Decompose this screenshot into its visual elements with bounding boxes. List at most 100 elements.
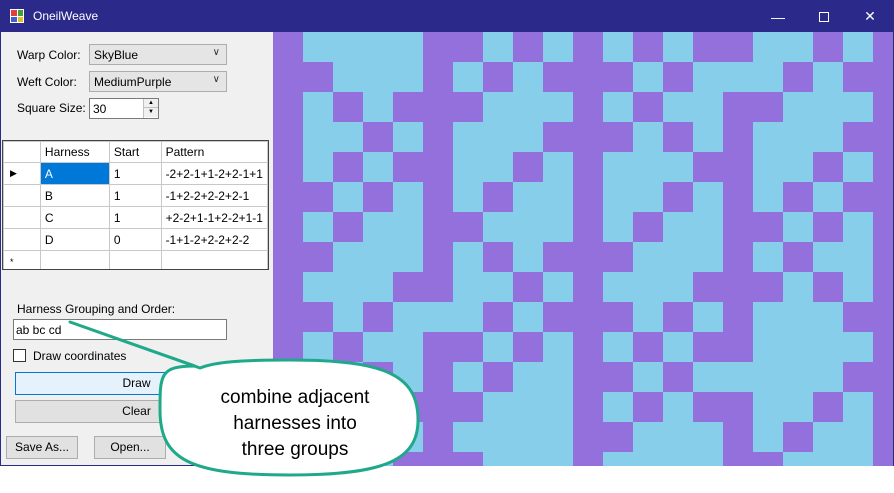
- weave-cell: [453, 332, 483, 362]
- weave-cell: [273, 92, 303, 122]
- weave-cell: [813, 152, 843, 182]
- harness-cell[interactable]: [39, 250, 110, 269]
- new-table-row[interactable]: *: [3, 250, 268, 269]
- maximize-icon: [819, 11, 829, 22]
- grouping-input[interactable]: ab bc cd: [13, 319, 227, 340]
- title-bar[interactable]: OneilWeave ― ✕: [1, 1, 893, 32]
- weave-cell: [873, 92, 893, 122]
- weave-cell: [573, 302, 603, 332]
- weave-cell: [483, 62, 513, 92]
- weave-cell: [783, 242, 813, 272]
- column-header-harness[interactable]: Harness: [39, 141, 110, 163]
- weave-cell: [423, 182, 453, 212]
- spin-up-icon[interactable]: ▲: [144, 99, 158, 108]
- save-as-button[interactable]: Save As...: [6, 436, 78, 459]
- weave-cell: [603, 302, 633, 332]
- weave-cell: [693, 332, 723, 362]
- weave-cell: [303, 182, 333, 212]
- column-header-pattern[interactable]: Pattern: [160, 141, 268, 163]
- weave-cell: [603, 122, 633, 152]
- square-size-value: 30: [93, 102, 107, 116]
- pattern-cell[interactable]: -2+2-1+1-2+2-1+1: [160, 162, 268, 185]
- row-header[interactable]: [3, 228, 41, 251]
- row-header[interactable]: [3, 184, 41, 207]
- weave-cell: [273, 332, 303, 362]
- minimize-icon: ―: [771, 8, 785, 25]
- weave-cell: [273, 122, 303, 152]
- start-cell[interactable]: 1: [108, 206, 162, 229]
- table-row[interactable]: D 0 -1+1-2+2-2+2-2: [3, 228, 268, 251]
- weft-color-select[interactable]: MediumPurple ∨: [89, 71, 227, 92]
- start-cell[interactable]: 1: [108, 184, 162, 207]
- weave-cell: [663, 302, 693, 332]
- table-row[interactable]: C 1 +2-2+1-1+2-2+1-1: [3, 206, 268, 229]
- minimize-button[interactable]: ―: [755, 1, 801, 32]
- square-size-input[interactable]: 30 ▲ ▼: [89, 98, 159, 119]
- pattern-cell[interactable]: -1+2-2+2-2+2-1: [160, 184, 268, 207]
- weave-cell: [843, 302, 873, 332]
- weave-cell: [633, 92, 663, 122]
- spin-down-icon[interactable]: ▼: [144, 108, 158, 117]
- weave-cell: [873, 152, 893, 182]
- harness-cell[interactable]: B: [39, 184, 110, 207]
- weave-cell: [573, 92, 603, 122]
- weave-cell: [273, 242, 303, 272]
- weave-cell: [633, 212, 663, 242]
- current-row-indicator-icon[interactable]: ▶: [3, 162, 41, 185]
- weave-cell: [453, 392, 483, 422]
- weave-cell: [303, 242, 333, 272]
- weave-cell: [573, 32, 603, 62]
- weave-cell: [723, 182, 753, 212]
- weave-cell: [663, 182, 693, 212]
- weave-cell: [813, 392, 843, 422]
- harness-cell[interactable]: A: [39, 162, 110, 185]
- weave-cell: [453, 452, 483, 466]
- grid-corner-cell[interactable]: [3, 141, 41, 163]
- weave-cell: [843, 62, 873, 92]
- weave-cell: [873, 332, 893, 362]
- column-header-start[interactable]: Start: [108, 141, 162, 163]
- weave-cell: [873, 62, 893, 92]
- new-row-indicator-icon[interactable]: *: [3, 250, 41, 269]
- pattern-cell[interactable]: -1+1-2+2-2+2-2: [160, 228, 268, 251]
- open-button[interactable]: Open...: [94, 436, 166, 459]
- weave-cell: [513, 152, 543, 182]
- start-cell[interactable]: 1: [108, 162, 162, 185]
- start-cell[interactable]: [108, 250, 162, 269]
- weave-cell: [693, 272, 723, 302]
- weave-cell: [603, 242, 633, 272]
- table-row[interactable]: B 1 -1+2-2+2-2+2-1: [3, 184, 268, 207]
- weave-cell: [363, 122, 393, 152]
- weave-cell: [483, 362, 513, 392]
- weave-cell: [513, 332, 543, 362]
- weave-cell: [723, 392, 753, 422]
- close-button[interactable]: ✕: [847, 1, 893, 32]
- square-size-spinner[interactable]: ▲ ▼: [143, 99, 158, 118]
- weave-cell: [363, 182, 393, 212]
- weave-cell: [423, 152, 453, 182]
- pattern-cell[interactable]: [160, 250, 268, 269]
- weave-cell: [423, 272, 453, 302]
- harness-grid[interactable]: Harness Start Pattern ▶ A 1 -2+2-1+1-2+2…: [2, 140, 269, 270]
- weave-cell: [393, 92, 423, 122]
- weave-cell: [273, 272, 303, 302]
- weave-cell: [693, 32, 723, 62]
- close-icon: ✕: [864, 8, 876, 24]
- table-row[interactable]: ▶ A 1 -2+2-1+1-2+2-1+1: [3, 162, 268, 185]
- maximize-button[interactable]: [801, 1, 847, 32]
- weave-cell: [453, 212, 483, 242]
- weave-cell: [333, 152, 363, 182]
- pattern-cell[interactable]: +2-2+1-1+2-2+1-1: [160, 206, 268, 229]
- weave-cell: [513, 32, 543, 62]
- draw-coordinates-label[interactable]: Draw coordinates: [33, 349, 126, 363]
- draw-coordinates-checkbox[interactable]: [13, 349, 26, 362]
- weave-cell: [453, 32, 483, 62]
- harness-cell[interactable]: D: [39, 228, 110, 251]
- weave-cell: [273, 62, 303, 92]
- harness-cell[interactable]: C: [39, 206, 110, 229]
- weave-cell: [483, 302, 513, 332]
- warp-color-select[interactable]: SkyBlue ∨: [89, 44, 227, 65]
- weave-cell: [483, 242, 513, 272]
- row-header[interactable]: [3, 206, 41, 229]
- start-cell[interactable]: 0: [108, 228, 162, 251]
